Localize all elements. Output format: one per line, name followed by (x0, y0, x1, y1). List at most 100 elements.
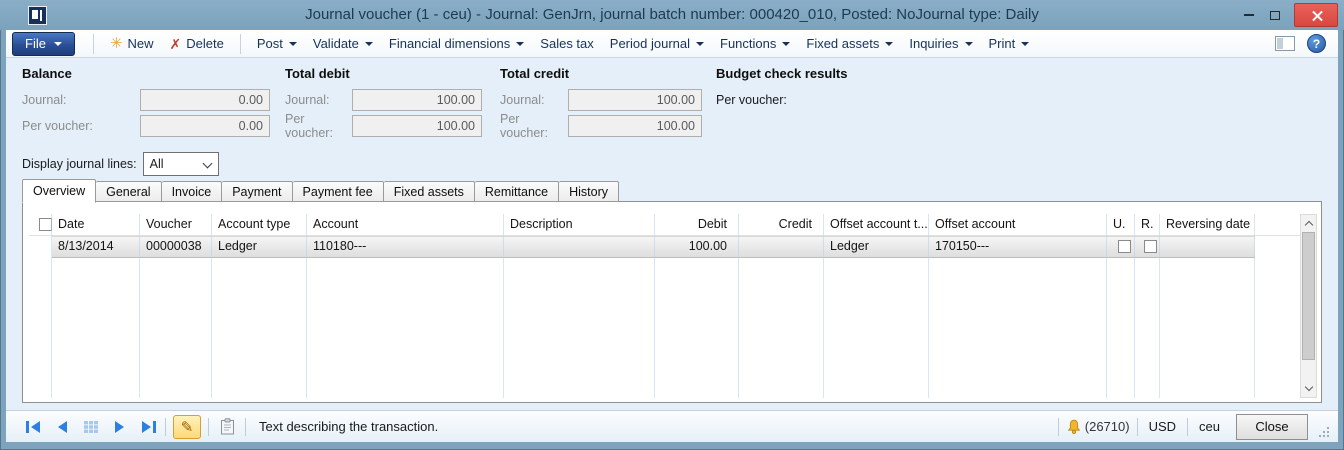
record-navigation (24, 419, 158, 435)
cell-account: 110180--- (307, 236, 504, 258)
journal-line-row[interactable]: 8/13/2014 00000038 Ledger 110180--- 100.… (29, 236, 1300, 258)
first-record-button[interactable] (24, 419, 42, 435)
column-header-credit[interactable]: Credit (739, 214, 824, 236)
cell-description (504, 236, 655, 258)
tab-fixed-assets[interactable]: Fixed assets (384, 181, 475, 202)
column-header-description[interactable]: Description (504, 214, 655, 236)
tab-invoice[interactable]: Invoice (162, 181, 223, 202)
content-area: Balance Journal: 0.00 Per voucher: 0.00 … (6, 58, 1338, 410)
total-credit-section: Total credit Journal: 100.00 Per voucher… (500, 66, 702, 141)
file-menu-button[interactable]: File (12, 32, 75, 56)
column-header-u[interactable]: U. (1107, 214, 1135, 236)
tab-payment-fee[interactable]: Payment fee (293, 181, 384, 202)
financial-dimensions-menu-button[interactable]: Financial dimensions (381, 32, 532, 56)
tab-history[interactable]: History (559, 181, 619, 202)
display-journal-lines-value: All (150, 157, 164, 171)
column-header-date[interactable]: Date (52, 214, 140, 236)
column-header-offset-account-type[interactable]: Offset account t... (824, 214, 929, 236)
tabstrip: Overview General Invoice Payment Payment… (22, 178, 619, 202)
app-icon (28, 6, 47, 25)
column-header-account[interactable]: Account (307, 214, 504, 236)
balance-title: Balance (22, 66, 270, 81)
status-message: Text describing the transaction. (259, 419, 438, 434)
r-checkbox[interactable] (1144, 240, 1157, 253)
print-menu-button[interactable]: Print (981, 32, 1038, 56)
help-icon[interactable]: ? (1307, 34, 1326, 53)
file-menu-label: File (25, 36, 46, 51)
clipboard-icon (220, 418, 235, 435)
pane-layout-icon[interactable] (1275, 36, 1295, 51)
tab-remittance[interactable]: Remittance (475, 181, 559, 202)
toolbar-separator (240, 34, 241, 54)
budget-check-section: Budget check results Per voucher: (716, 66, 848, 115)
last-record-button[interactable] (140, 419, 158, 435)
cell-offset-account: 170150--- (929, 236, 1107, 258)
window-controls (1236, 0, 1338, 30)
delete-icon: ✗ (170, 37, 182, 51)
maximize-button[interactable] (1262, 3, 1288, 27)
dropdown-caret-icon (516, 42, 524, 46)
credit-journal-field: 100.00 (568, 89, 702, 111)
dropdown-caret-icon (1021, 42, 1029, 46)
inquiries-menu-button[interactable]: Inquiries (901, 32, 980, 56)
tab-general[interactable]: General (96, 181, 161, 202)
balance-section: Balance Journal: 0.00 Per voucher: 0.00 (22, 66, 270, 141)
functions-menu-button[interactable]: Functions (712, 32, 798, 56)
journal-voucher-window: Journal voucher (1 - ceu) - Journal: Gen… (0, 0, 1344, 450)
column-header-debit[interactable]: Debit (655, 214, 739, 236)
select-all-cell (29, 214, 52, 236)
new-label: New (128, 36, 154, 51)
vertical-scrollbar[interactable] (1300, 214, 1317, 398)
column-header-account-type[interactable]: Account type (212, 214, 307, 236)
close-window-button[interactable] (1294, 3, 1338, 27)
period-journal-menu-button[interactable]: Period journal (602, 32, 712, 56)
next-record-button[interactable] (111, 419, 129, 435)
scroll-up-button[interactable] (1301, 215, 1316, 232)
edit-mode-button[interactable]: ✎ (173, 415, 201, 439)
new-button[interactable]: ✳ New (102, 32, 162, 56)
post-menu-button[interactable]: Post (249, 32, 305, 56)
chevron-up-icon (1304, 221, 1312, 229)
cell-filler (1255, 236, 1300, 258)
company-pane[interactable]: ceu (1195, 419, 1224, 434)
resize-grip[interactable] (1318, 426, 1330, 438)
column-header-r[interactable]: R. (1135, 214, 1160, 236)
tab-overview[interactable]: Overview (22, 179, 96, 203)
scroll-down-button[interactable] (1301, 380, 1316, 397)
toolbar-separator (93, 34, 94, 54)
select-all-checkbox[interactable] (39, 218, 52, 231)
cell-offset-account-type: Ledger (824, 236, 929, 258)
currency-pane[interactable]: USD (1145, 419, 1180, 434)
window-title: Journal voucher (1 - ceu) - Journal: Gen… (120, 0, 1224, 30)
last-record-icon (141, 421, 157, 433)
total-credit-title: Total credit (500, 66, 702, 81)
delete-button[interactable]: ✗ Delete (162, 32, 232, 56)
dropdown-caret-icon (965, 42, 973, 46)
notifications-pane[interactable]: (26710) (1066, 419, 1130, 435)
cell-credit (739, 236, 824, 258)
column-header-offset-account[interactable]: Offset account (929, 214, 1107, 236)
validate-menu-button[interactable]: Validate (305, 32, 381, 56)
total-debit-section: Total debit Journal: 100.00 Per voucher:… (285, 66, 482, 141)
titlebar: Journal voucher (1 - ceu) - Journal: Gen… (0, 0, 1344, 30)
u-checkbox[interactable] (1118, 240, 1131, 253)
scrollbar-thumb[interactable] (1302, 232, 1315, 360)
validate-menu-label: Validate (313, 36, 359, 51)
minimize-button[interactable] (1236, 3, 1262, 27)
fixed-assets-menu-button[interactable]: Fixed assets (798, 32, 901, 56)
cell-voucher: 00000038 (140, 236, 212, 258)
column-header-voucher[interactable]: Voucher (140, 214, 212, 236)
previous-record-button[interactable] (53, 419, 71, 435)
print-label: Print (989, 36, 1016, 51)
tab-payment[interactable]: Payment (222, 181, 292, 202)
credit-voucher-label: Per voucher: (500, 112, 568, 140)
first-record-icon (25, 421, 41, 433)
chevron-down-icon (1304, 383, 1312, 391)
grid-view-button[interactable] (82, 419, 100, 435)
dropdown-caret-icon (885, 42, 893, 46)
column-header-reversing-date[interactable]: Reversing date (1160, 214, 1255, 236)
close-button[interactable]: Close (1236, 414, 1308, 440)
display-journal-lines-select[interactable]: All (143, 152, 219, 176)
document-attachment-button[interactable] (216, 416, 238, 438)
sales-tax-button[interactable]: Sales tax (532, 32, 601, 56)
